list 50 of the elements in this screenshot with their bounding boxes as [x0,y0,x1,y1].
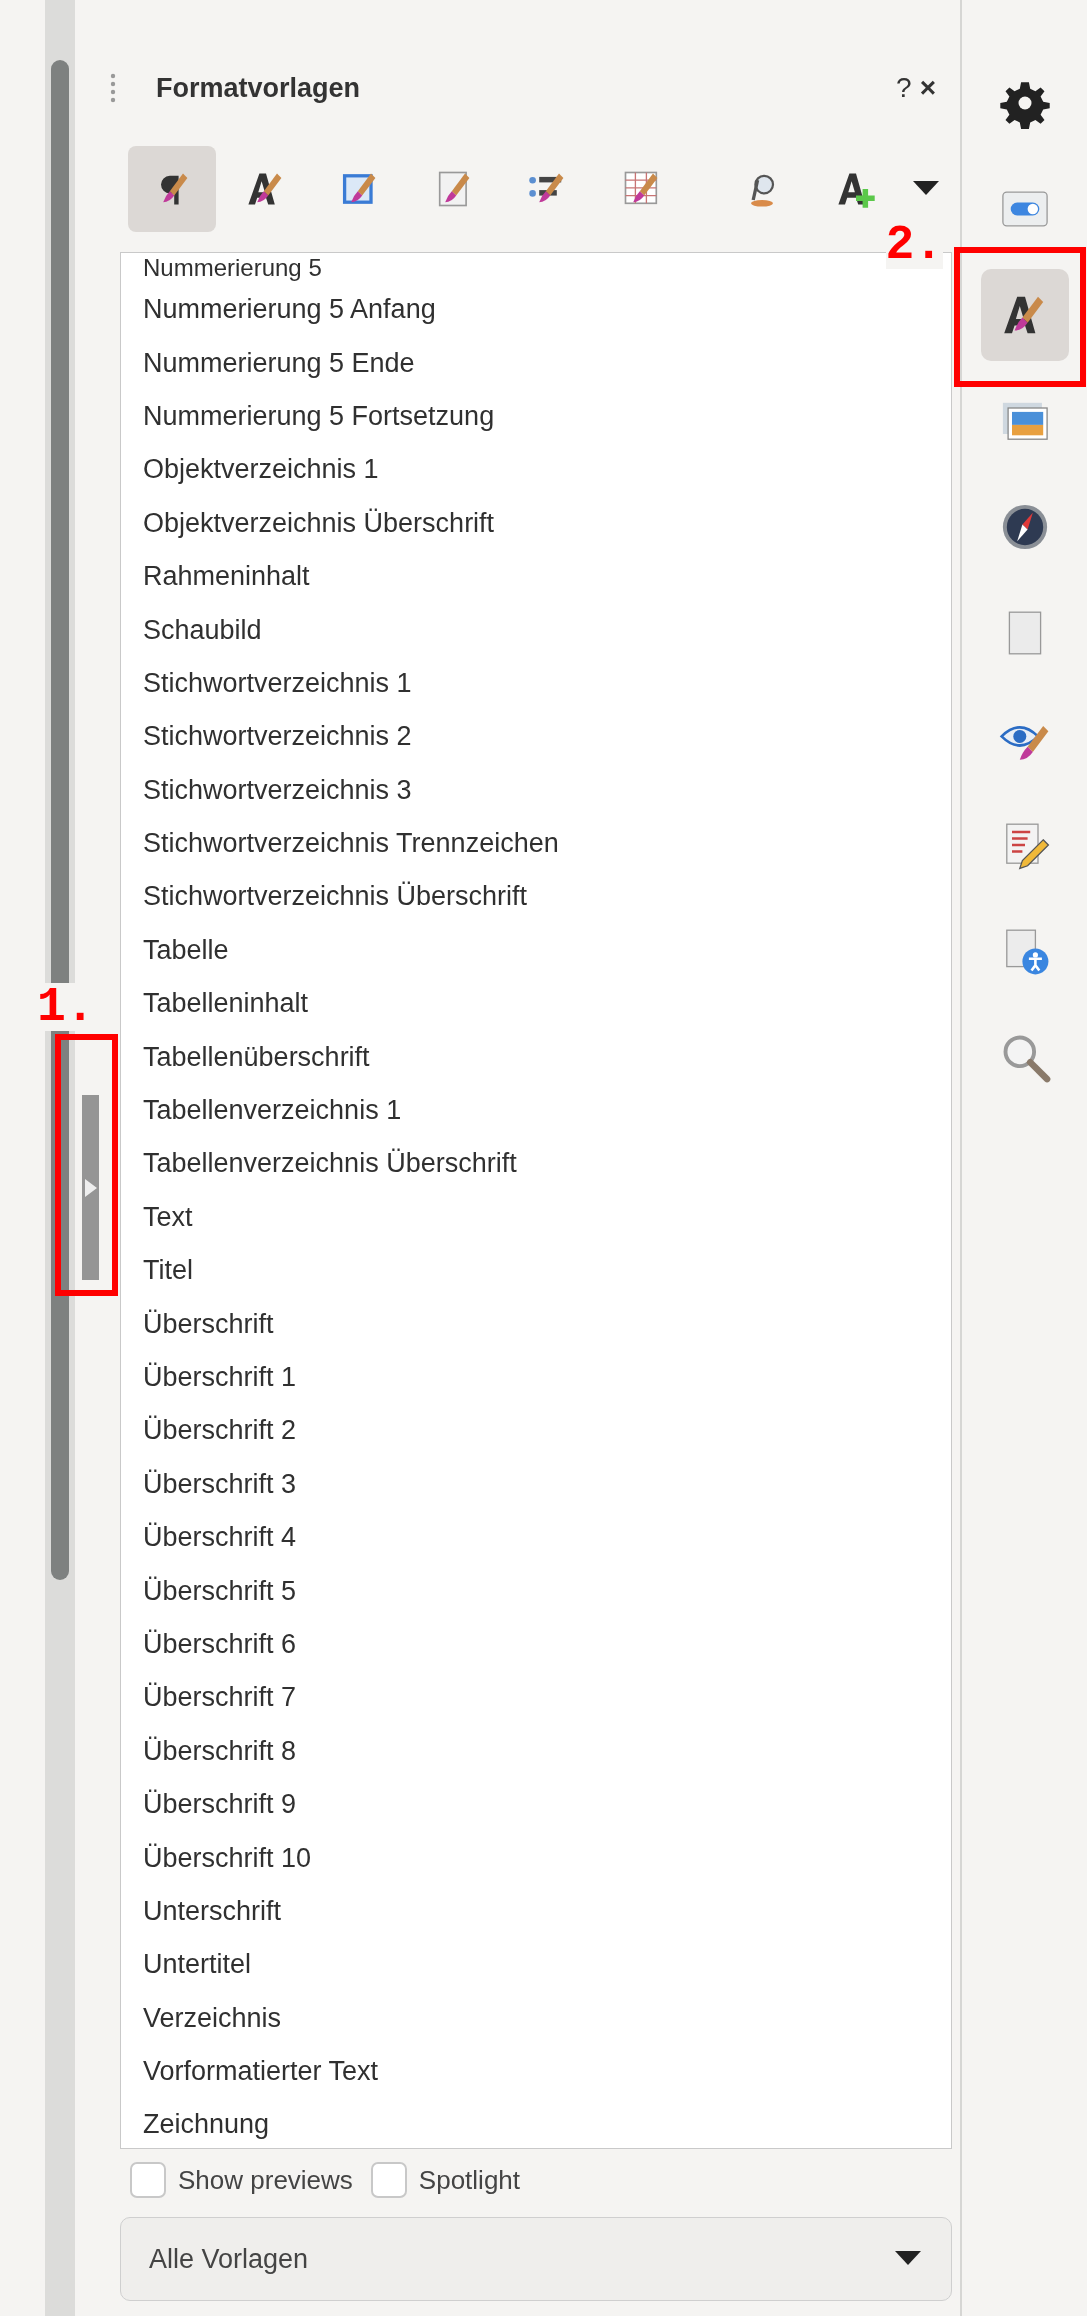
filter-dropdown[interactable]: Alle Vorlagen [120,2217,952,2301]
style-item[interactable]: Rahmeninhalt [121,549,951,604]
style-item[interactable]: Objektverzeichnis Überschrift [121,496,951,550]
style-item[interactable]: Stichwortverzeichnis Trennzeichen [121,816,951,871]
style-item[interactable]: Zeichnung [121,2098,951,2148]
style-item[interactable]: Stichwortverzeichnis Überschrift [121,870,951,924]
style-item[interactable]: Überschrift 10 [121,1831,951,1885]
style-item[interactable]: Überschrift 1 [121,1350,951,1405]
style-item[interactable]: Stichwortverzeichnis 1 [121,656,951,711]
style-item[interactable]: Tabelle [121,923,951,978]
style-item[interactable]: Überschrift 5 [121,1564,951,1618]
style-item[interactable]: Überschrift 6 [121,1617,951,1672]
style-item[interactable]: Überschrift 3 [121,1457,951,1511]
style-item[interactable]: Tabellenverzeichnis 1 [121,1083,951,1138]
style-item[interactable]: Stichwortverzeichnis 3 [121,763,951,817]
style-item[interactable]: Nummerierung 5 Fortsetzung [121,389,951,444]
checkbox-label: Spotlight [418,2164,521,2196]
style-item[interactable]: Überschrift 7 [121,1671,951,1725]
help-button[interactable]: ? [892,74,916,102]
style-item[interactable]: Unterschrift [121,1884,951,1939]
panel-title: Formatvorlagen [156,72,362,104]
style-item[interactable]: Nummerierung 5 Ende [121,336,951,390]
style-item[interactable]: Tabellenverzeichnis Überschrift [121,1137,951,1191]
play-triangle-icon [84,1178,97,1197]
style-item[interactable]: Untertitel [121,1938,951,1992]
style-item[interactable]: Überschrift 2 [121,1404,951,1458]
style-item[interactable]: Vorformatierter Text [121,2044,951,2099]
checkbox-label: Show previews [178,2164,353,2196]
style-item[interactable]: Titel [121,1244,951,1298]
style-item[interactable]: Text [121,1190,951,1245]
collapse-handle[interactable] [82,1095,99,1280]
style-item[interactable]: Objektverzeichnis 1 [121,443,951,497]
style-item[interactable]: Überschrift 8 [121,1724,951,1778]
checkbox[interactable] [370,2162,407,2198]
style-category-button[interactable] [128,146,216,232]
grip-icon[interactable] [110,73,116,103]
style-item[interactable]: Überschrift [121,1297,951,1351]
checkbox[interactable] [130,2162,166,2198]
style-item[interactable]: Stichwortverzeichnis 2 [121,710,951,764]
caret-icon [895,2251,921,2267]
style-item[interactable]: Schaubild [121,603,951,657]
style-item[interactable]: Verzeichnis [121,1991,951,2045]
style-item[interactable]: Nummerierung 5 Anfang [121,283,951,337]
caret-icon [913,181,939,197]
style-item[interactable]: Tabellenüberschrift [121,1030,951,1084]
style-item[interactable]: Überschrift 9 [121,1777,951,1832]
style-item[interactable]: Tabelleninhalt [121,977,951,1031]
style-item[interactable]: Überschrift 4 [121,1511,951,1565]
close-button[interactable]: × [915,74,940,102]
sidebar-tab[interactable] [980,269,1069,361]
